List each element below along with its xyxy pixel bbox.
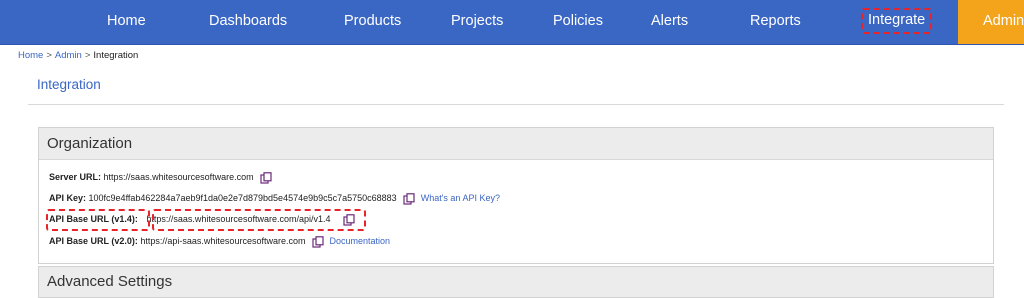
advanced-settings-title: Advanced Settings: [47, 273, 173, 290]
breadcrumb-separator: >: [84, 50, 91, 61]
api-key-row: API Key: 100fc9e4ffab462284a7aeb9f1da0e2…: [49, 191, 500, 205]
top-nav: Home Dashboards Products Projects Polici…: [0, 0, 1024, 45]
nav-reports[interactable]: Reports: [750, 0, 801, 44]
breadcrumb-home[interactable]: Home: [18, 50, 43, 61]
nav-integrate[interactable]: Integrate: [861, 8, 933, 34]
copy-icon[interactable]: [403, 192, 415, 205]
documentation-link[interactable]: Documentation: [330, 236, 391, 246]
divider: [28, 104, 1004, 105]
api-key-label: API Key:: [49, 193, 87, 203]
advanced-settings-panel: Advanced Settings: [38, 266, 994, 298]
nav-policies[interactable]: Policies: [553, 0, 603, 44]
highlight-box: [46, 209, 150, 231]
breadcrumb-admin[interactable]: Admin: [55, 50, 82, 61]
highlight-box: [152, 209, 366, 231]
api-base-v20-row: API Base URL (v2.0): https://api-saas.wh…: [49, 234, 390, 248]
organization-title: Organization: [47, 135, 133, 152]
api-base-v20-label: API Base URL (v2.0):: [49, 236, 138, 246]
organization-panel: Organization Server URL: https://saas.wh…: [38, 127, 994, 264]
server-url-label: Server URL:: [49, 172, 102, 182]
nav-products[interactable]: Products: [344, 0, 401, 44]
nav-projects[interactable]: Projects: [451, 0, 503, 44]
nav-home[interactable]: Home: [107, 0, 146, 44]
page-title: Integration: [37, 77, 101, 92]
api-base-v20-value: https://api-saas.whitesourcesoftware.com: [140, 236, 306, 246]
api-key-help-link[interactable]: What's an API Key?: [421, 193, 500, 203]
copy-icon[interactable]: [312, 235, 324, 248]
server-url-row: Server URL: https://saas.whitesourcesoft…: [49, 170, 272, 184]
server-url-value: https://saas.whitesourcesoftware.com: [103, 172, 254, 182]
nav-alerts[interactable]: Alerts: [651, 0, 688, 44]
organization-panel-header: Organization: [39, 128, 993, 160]
breadcrumb-current: Integration: [93, 50, 139, 61]
breadcrumb: Home > Admin > Integration: [18, 50, 138, 61]
breadcrumb-separator: >: [46, 50, 52, 61]
nav-dashboards[interactable]: Dashboards: [209, 0, 287, 44]
nav-admin[interactable]: Admin: [958, 0, 1024, 44]
api-key-value: 100fc9e4ffab462284a7aeb9f1da0e2e7d879bd5…: [88, 193, 397, 203]
copy-icon[interactable]: [260, 171, 272, 184]
